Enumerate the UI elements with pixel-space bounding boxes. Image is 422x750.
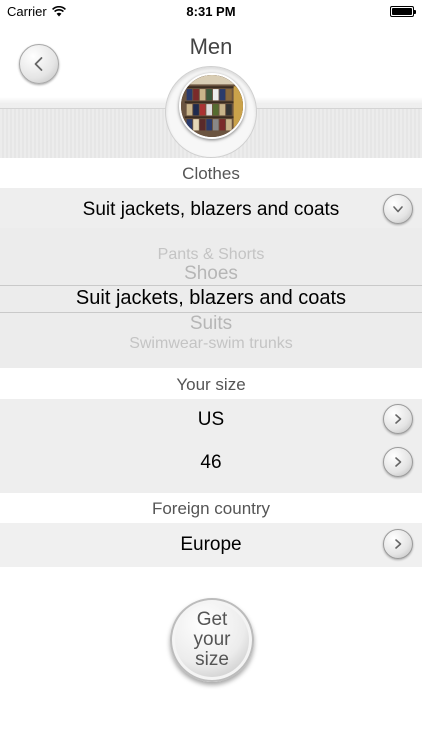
country-label: Foreign country	[151, 499, 271, 518]
page-title: Men	[189, 34, 233, 59]
size-panel: US 46	[0, 399, 422, 493]
chevron-left-icon	[34, 57, 43, 71]
size-system-button[interactable]	[383, 404, 413, 434]
country-select-button[interactable]	[383, 529, 413, 559]
get-size-line-2: your	[193, 629, 231, 650]
chevron-right-icon	[395, 539, 402, 549]
battery-icon	[390, 6, 416, 17]
chevron-down-icon	[393, 206, 403, 213]
picker-option[interactable]: Shoes	[0, 263, 422, 285]
get-your-size-button[interactable]: Get your size	[170, 598, 254, 682]
get-size-line-3: size	[195, 649, 229, 670]
size-value: 46	[200, 452, 222, 473]
clothes-selected-value: Suit jackets, blazers and coats	[82, 199, 340, 220]
logo-holder	[165, 66, 257, 158]
status-bar: Carrier 8:31 PM	[0, 0, 422, 22]
country-row[interactable]: Europe	[0, 523, 422, 567]
clothing-store-logo	[179, 73, 245, 139]
clothes-picker[interactable]: Pants & Shorts Shoes Suit jackets, blaze…	[0, 228, 422, 368]
country-value: Europe	[180, 534, 242, 555]
size-label: Your size	[176, 375, 246, 394]
picker-option[interactable]: Pants & Shorts	[0, 246, 422, 264]
clothes-label: Clothes	[182, 164, 240, 183]
clothes-selector-row[interactable]: Suit jackets, blazers and coats	[0, 188, 422, 230]
chevron-right-icon	[395, 457, 402, 467]
clothes-dropdown-button[interactable]	[383, 194, 413, 224]
size-system-value: US	[197, 409, 225, 430]
picker-option[interactable]: Suits	[0, 313, 422, 335]
get-size-line-1: Get	[196, 609, 228, 630]
picker-option[interactable]: Swimwear-swim trunks	[0, 335, 422, 353]
size-value-button[interactable]	[383, 447, 413, 477]
chevron-right-icon	[395, 414, 402, 424]
header: Men	[0, 22, 422, 158]
status-time: 8:31 PM	[186, 4, 236, 19]
picker-option-selected[interactable]: Suit jackets, blazers and coats	[0, 287, 422, 310]
back-button[interactable]	[19, 44, 59, 84]
